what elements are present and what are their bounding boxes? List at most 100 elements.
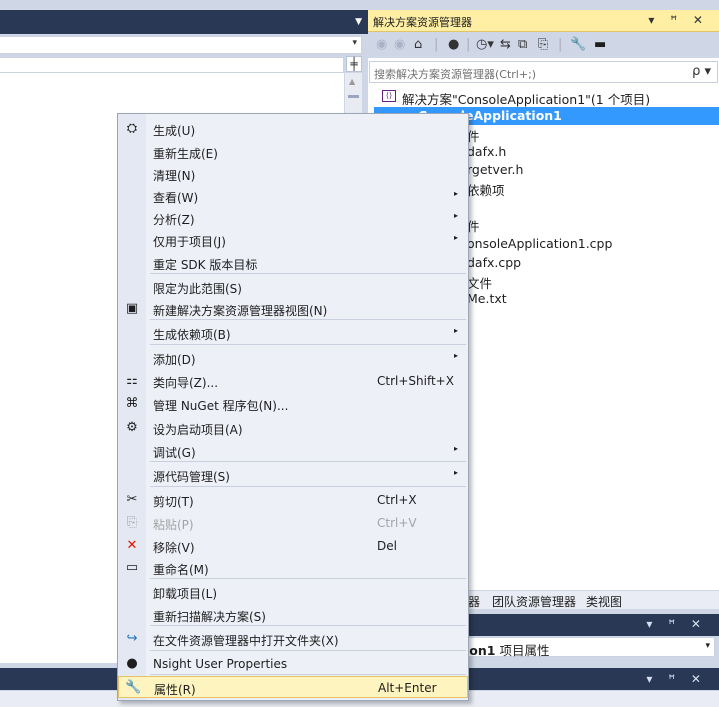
window-controls[interactable]: ▾ ꟸ ✕ (646, 672, 707, 686)
menu-item-label: 生成(U) (153, 124, 196, 138)
menu-item-label: Nsight User Properties (153, 657, 288, 671)
home-icon[interactable]: ⌂ (414, 37, 422, 53)
menu-item[interactable]: ⚏ 类向导(Z)... Ctrl+Shift+X (118, 370, 468, 392)
menu-item-shortcut: Ctrl+V (377, 516, 417, 530)
solution-explorer-title-bar: 解决方案资源管理器 ▾ ꟸ ✕ (368, 10, 719, 32)
menu-item-label: 查看(W) (153, 191, 199, 205)
menu-item-label: 在文件资源管理器中打开文件夹(X) (153, 634, 339, 648)
menu-item-label: 限定为此范围(S) (153, 282, 242, 296)
menu-item[interactable]: 重定 SDK 版本目标 (118, 252, 468, 274)
collapse-icon[interactable]: ⇆ (500, 37, 511, 53)
menu-item[interactable]: 重新扫描解决方案(S) (118, 604, 468, 626)
menu-item[interactable]: 卸载项目(L) (118, 581, 468, 603)
build-icon: ⛭ (126, 121, 138, 136)
dropdown-arrow-icon[interactable]: ▼ (355, 17, 362, 27)
gear-icon: ⚙ (126, 420, 138, 435)
menu-item[interactable]: ✂ 剪切(T) Ctrl+X (118, 489, 468, 511)
menu-item[interactable]: 限定为此范围(S) (118, 276, 468, 298)
menu-item[interactable]: 清理(N) (118, 163, 468, 185)
menu-item[interactable]: 查看(W) ▸ (118, 185, 468, 207)
menu-separator (150, 486, 466, 487)
submenu-arrow-icon: ▸ (453, 468, 458, 477)
menu-item[interactable]: 生成依赖项(B) ▸ (118, 322, 468, 344)
menu-item-label: 剪切(T) (153, 495, 194, 509)
menu-item-label: 添加(D) (153, 353, 196, 367)
properties-object-name: ion1 项目属性 (465, 643, 550, 658)
editor-title-bar: ▼ (0, 10, 368, 34)
properties-icon[interactable]: ⎘ (538, 37, 548, 53)
tree-item[interactable]: dafx.cpp (467, 255, 521, 270)
submenu-arrow-icon: ▸ (453, 444, 458, 453)
menu-item[interactable]: 源代码管理(S) ▸ (118, 464, 468, 486)
menu-item-label: 重定 SDK 版本目标 (153, 258, 258, 272)
menu-separator (150, 344, 466, 345)
wrench-icon[interactable]: 🔧 (570, 37, 586, 53)
scroll-thumb[interactable] (348, 95, 359, 98)
menu-item[interactable]: 分析(Z) ▸ (118, 207, 468, 229)
menu-item-shortcut: Del (377, 539, 397, 553)
tab-class-view[interactable]: 类视图 (586, 593, 622, 610)
tree-item[interactable]: rgetver.h (467, 162, 523, 177)
submenu-arrow-icon: ▸ (453, 233, 458, 242)
pin-icon[interactable]: ▬ (594, 37, 606, 53)
menu-item-label: 粘贴(P) (153, 518, 194, 532)
menu-item-label: 重新扫描解决方案(S) (153, 610, 266, 624)
scroll-up-icon[interactable]: ▲ (349, 77, 355, 86)
tab-team-explorer[interactable]: 团队资源管理器 (492, 593, 576, 610)
menu-item-label: 清理(N) (153, 169, 196, 183)
menu-item[interactable]: 添加(D) ▸ (118, 347, 468, 369)
menu-item[interactable]: ↪ 在文件资源管理器中打开文件夹(X) (118, 628, 468, 650)
remove-icon: ✕ (126, 538, 138, 553)
menu-item[interactable]: ⚙ 设为启动项目(A) (118, 417, 468, 439)
menu-item-shortcut: Alt+Enter (378, 681, 437, 695)
class-wizard-icon: ⚏ (126, 373, 138, 388)
tree-item[interactable]: 依赖项 (467, 180, 505, 199)
split-editor-button[interactable]: ╪ (346, 56, 362, 72)
open-folder-icon: ↪ (126, 631, 138, 646)
menu-item[interactable]: ✕ 移除(V) Del (118, 535, 468, 557)
submenu-arrow-icon: ▸ (453, 211, 458, 220)
tree-item[interactable]: Me.txt (467, 291, 507, 306)
menu-item[interactable]: ▣ 新建解决方案资源管理器视图(N) (118, 298, 468, 320)
tab-solution-explorer[interactable]: 器 (468, 593, 480, 610)
menu-item-label: 新建解决方案资源管理器视图(N) (153, 304, 328, 318)
chevron-down-icon[interactable]: ▾ (705, 641, 710, 651)
menu-item[interactable]: ▭ 重命名(M) (118, 557, 468, 579)
tree-solution-node[interactable]: 解决方案"ConsoleApplication1"(1 个项目) (402, 89, 650, 108)
menu-item-label: 卸载项目(L) (153, 587, 218, 601)
window-controls[interactable]: ▾ ꟸ ✕ (646, 617, 707, 631)
menu-item[interactable]: 🔧 属性(R) Alt+Enter (118, 676, 468, 698)
menu-item-label: 属性(R) (154, 683, 196, 697)
tree-item[interactable]: onsoleApplication1.cpp (467, 236, 612, 251)
menu-item-label: 重命名(M) (153, 563, 209, 577)
window-controls[interactable]: ▾ ꟸ ✕ (648, 13, 709, 27)
menu-item[interactable]: 重新生成(E) (118, 141, 468, 163)
menu-item-label: 管理 NuGet 程序包(N)... (153, 399, 289, 413)
menu-item[interactable]: ● Nsight User Properties (118, 653, 468, 675)
menu-item-label: 调试(G) (153, 446, 196, 460)
tree-item[interactable]: 文件 (467, 273, 492, 292)
chevron-down-icon[interactable]: ▾ (352, 38, 357, 48)
menu-item-label: 生成依赖项(B) (153, 328, 231, 342)
forward-icon[interactable]: ◉ (394, 37, 405, 53)
sync-icon[interactable]: ● (448, 37, 459, 53)
editor-member-combo[interactable] (0, 57, 344, 73)
back-icon[interactable]: ◉ (376, 37, 387, 53)
menu-item[interactable]: ⌘ 管理 NuGet 程序包(N)... (118, 393, 468, 415)
search-icon[interactable]: ρ ▾ (692, 64, 711, 79)
solution-explorer-search[interactable]: 搜索解决方案资源管理器(Ctrl+;) ρ ▾ (369, 61, 718, 83)
menu-item[interactable]: ⛭ 生成(U) (118, 118, 468, 140)
search-placeholder: 搜索解决方案资源管理器(Ctrl+;) (374, 68, 537, 81)
show-all-icon[interactable]: ⧉ (518, 37, 527, 53)
menu-item-shortcut: Ctrl+Shift+X (377, 374, 454, 388)
submenu-arrow-icon: ▸ (453, 351, 458, 360)
menu-item-label: 仅用于项目(J) (153, 235, 226, 249)
editor-nav-combo[interactable]: ▾ (0, 36, 362, 54)
menu-item[interactable]: 调试(G) ▸ (118, 440, 468, 462)
tree-item[interactable]: dafx.h (467, 144, 506, 159)
history-icon[interactable]: ◷▾ (476, 37, 494, 53)
menu-item-label: 设为启动项目(A) (153, 423, 243, 437)
menu-item[interactable]: 仅用于项目(J) ▸ (118, 229, 468, 251)
cut-icon: ✂ (126, 492, 138, 507)
menu-item-label: 分析(Z) (153, 213, 195, 227)
